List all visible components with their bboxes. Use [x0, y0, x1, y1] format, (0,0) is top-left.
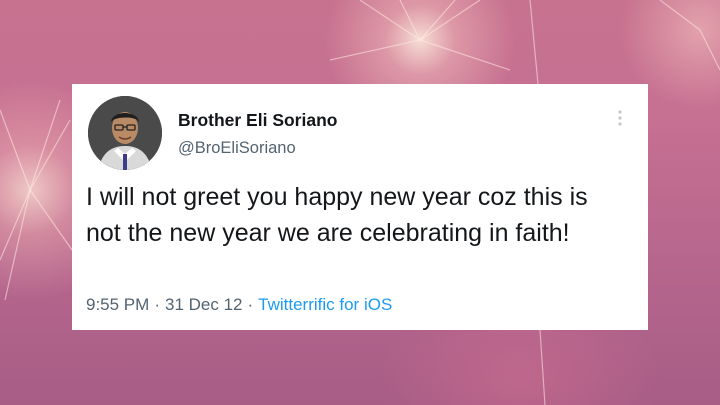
more-vertical-icon[interactable] [612, 106, 628, 130]
meta-separator: · [247, 295, 254, 314]
tweet-meta: 9:55 PM · 31 Dec 12 · Twitterrific for iOS [86, 295, 392, 315]
avatar-portrait-icon [88, 96, 162, 170]
author-handle[interactable]: @BroEliSoriano [178, 139, 296, 158]
tweet-card[interactable]: Brother Eli Soriano @BroEliSoriano I wil… [72, 84, 648, 330]
tweet-text: I will not greet you happy new year coz … [86, 183, 588, 247]
meta-separator: · [154, 295, 160, 314]
tweet-source-link[interactable]: Twitterrific for iOS [258, 295, 392, 314]
tweet-time[interactable]: 9:55 PM [86, 295, 149, 314]
user-avatar[interactable] [88, 96, 162, 170]
author-display-name[interactable]: Brother Eli Soriano [178, 110, 337, 131]
tweet-date[interactable]: 31 Dec 12 [165, 295, 243, 314]
